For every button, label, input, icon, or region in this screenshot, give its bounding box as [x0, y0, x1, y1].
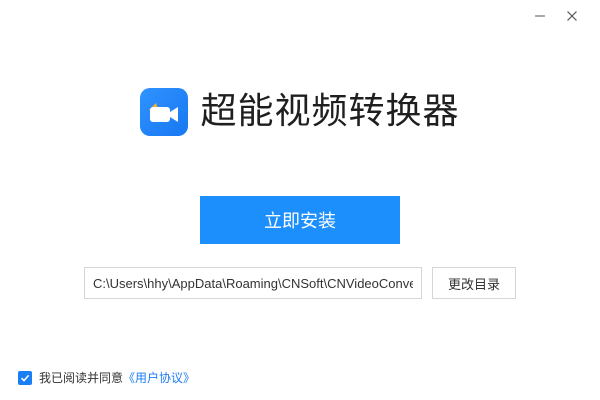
checkmark-icon — [20, 374, 30, 382]
app-logo — [140, 88, 189, 136]
video-camera-icon — [149, 103, 179, 122]
app-title: 超能视频转换器 — [200, 91, 460, 132]
install-now-button[interactable]: 立即安装 — [200, 196, 400, 244]
close-icon — [567, 11, 577, 21]
agreement-checkbox[interactable] — [18, 370, 32, 385]
install-path-input[interactable] — [84, 267, 422, 299]
minimize-button[interactable] — [526, 4, 554, 28]
minimize-icon — [535, 15, 545, 17]
close-button[interactable] — [558, 4, 586, 28]
agreement-text: 我已阅读并同意 — [39, 371, 124, 385]
user-agreement-link[interactable]: 《用户协议》 — [123, 369, 195, 386]
agreement-row: 我已阅读并同意 《用户协议》 — [18, 369, 195, 386]
brand-header: 超能视频转换器 — [0, 88, 600, 136]
installer-window: 超能视频转换器 立即安装 更改目录 我已阅读并同意 《用户协议》 — [0, 0, 600, 400]
change-directory-button[interactable]: 更改目录 — [432, 267, 516, 299]
